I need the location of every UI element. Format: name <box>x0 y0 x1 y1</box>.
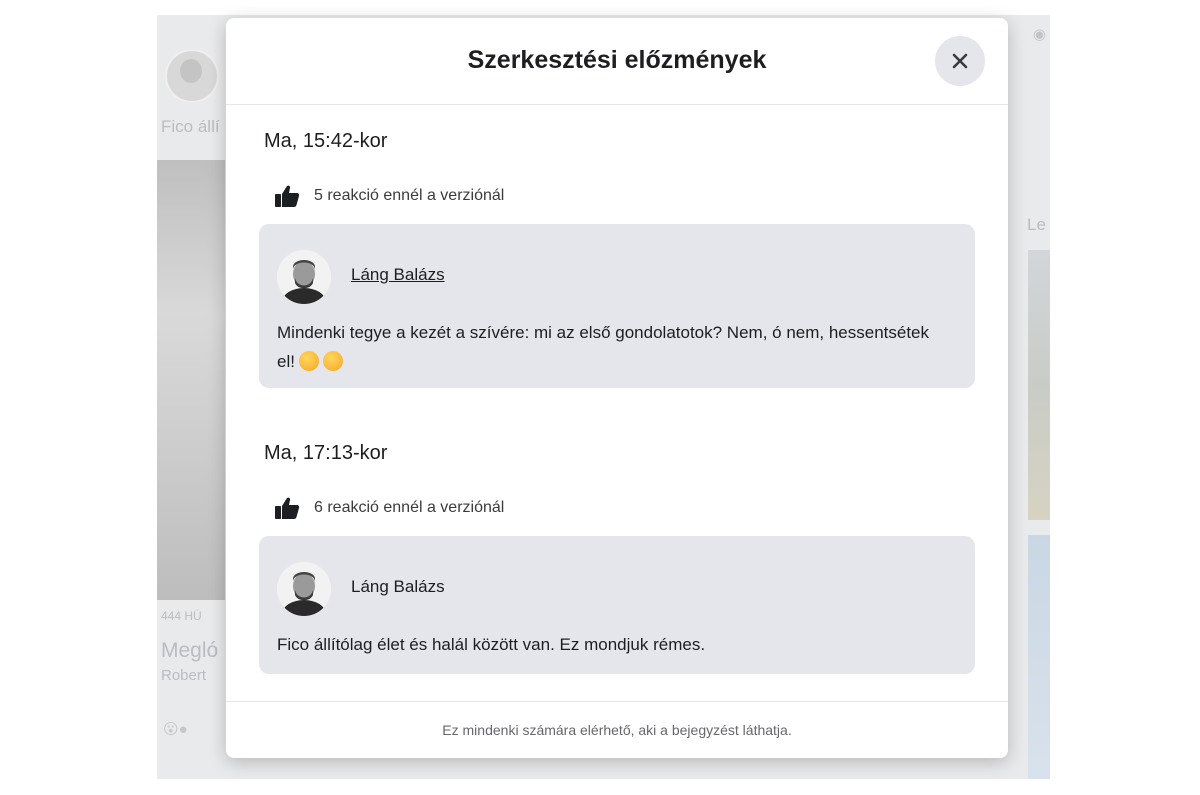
background-count-snippet: 444 HÚ <box>161 609 202 623</box>
background-side-photo-top <box>1028 250 1050 520</box>
dialog-header: Szerkesztési előzmények <box>226 18 1008 105</box>
close-icon <box>952 53 968 69</box>
background-author-snippet: Fico állí <box>161 117 220 136</box>
avatar[interactable] <box>277 250 331 304</box>
background-headline-snippet: Megló <box>161 639 219 662</box>
thumbs-up-icon <box>275 497 300 519</box>
background-side-photo-bottom <box>1028 535 1050 779</box>
background-subline-snippet: Robert <box>161 667 207 684</box>
background-side-snippet: Le <box>1027 215 1046 234</box>
laughing-emoji-icon <box>322 351 343 371</box>
author-link[interactable]: Láng Balázs <box>351 265 445 285</box>
background-photo <box>157 160 225 600</box>
post-text: Fico állítólag élet és halál között van.… <box>277 635 706 654</box>
author-name[interactable]: Láng Balázs <box>351 577 445 597</box>
dialog-footer: Ez mindenki számára elérhető, aki a beje… <box>226 701 1008 758</box>
thumbs-up-icon <box>275 185 300 207</box>
version-timestamp: Ma, 17:13-kor <box>264 442 388 464</box>
reactions-label: 6 reakció ennél a verziónál <box>314 499 505 516</box>
wink-emoji-icon <box>298 351 319 371</box>
post-preview: Láng Balázs Fico állítólag élet és halál… <box>259 536 975 674</box>
reactions-label: 5 reakció ennél a verziónál <box>314 187 505 204</box>
dialog-title: Szerkesztési előzmények <box>467 46 767 74</box>
person-icon <box>277 562 331 616</box>
post-text-content: Mindenki tegye a kezét a szívére: mi az … <box>277 323 930 371</box>
background-reaction-icons: 😮● <box>163 721 188 738</box>
close-button[interactable] <box>935 36 985 86</box>
version-reactions[interactable]: 5 reakció ennél a verziónál <box>274 184 504 208</box>
background-avatar <box>165 49 219 103</box>
post-text: Mindenki tegye a kezét a szívére: mi az … <box>277 318 935 376</box>
edit-history-dialog: Szerkesztési előzmények Ma, 15:42-kor 5 … <box>226 18 1008 758</box>
avatar[interactable] <box>277 562 331 616</box>
eye-icon: ◉ <box>1032 26 1046 43</box>
post-preview: Láng Balázs Mindenki tegye a kezét a szí… <box>259 224 975 388</box>
version-timestamp: Ma, 15:42-kor <box>264 130 388 152</box>
version-reactions[interactable]: 6 reakció ennél a verziónál <box>274 496 504 520</box>
person-icon <box>277 250 331 304</box>
